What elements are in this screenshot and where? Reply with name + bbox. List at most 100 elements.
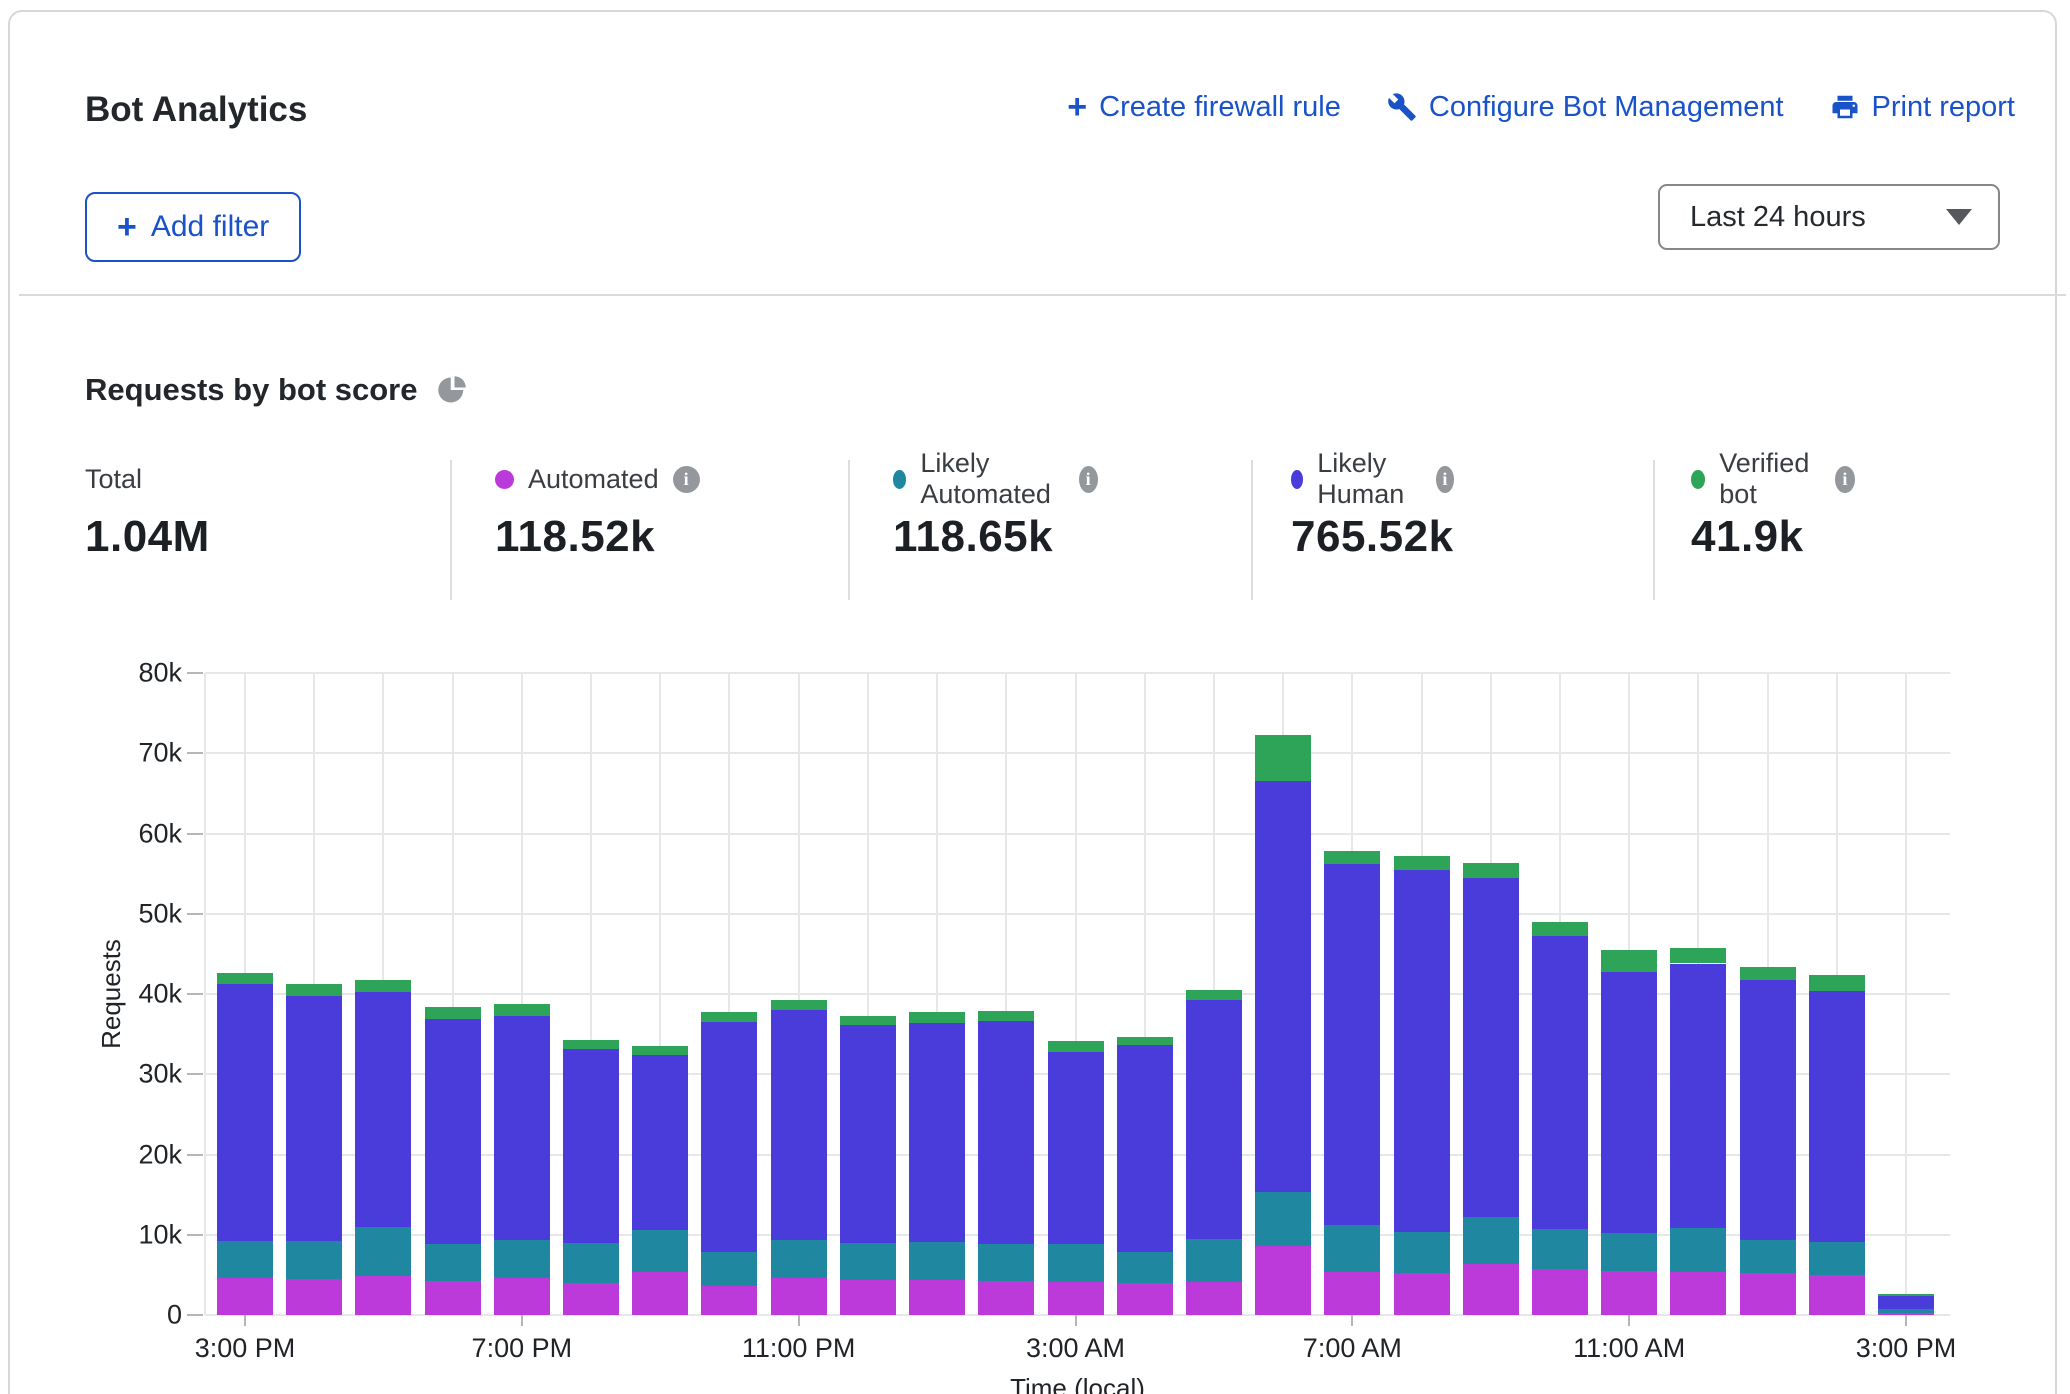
bar-segment-likely-human[interactable] <box>632 1055 688 1230</box>
bar-segment-likely-automated[interactable] <box>1532 1229 1588 1269</box>
bar-segment-automated[interactable] <box>217 1278 273 1315</box>
info-icon[interactable]: i <box>673 466 700 493</box>
bar-segment-likely-automated[interactable] <box>1740 1240 1796 1273</box>
bar-segment-likely-human[interactable] <box>286 996 342 1242</box>
bar-segment-verified-bot[interactable] <box>978 1011 1034 1021</box>
bar-segment-verified-bot[interactable] <box>840 1016 896 1026</box>
bar-segment-automated[interactable] <box>425 1281 481 1315</box>
bar-segment-verified-bot[interactable] <box>494 1004 550 1017</box>
bar-segment-likely-automated[interactable] <box>1324 1225 1380 1272</box>
bar-segment-likely-automated[interactable] <box>1186 1239 1242 1282</box>
info-icon[interactable]: i <box>1436 466 1453 493</box>
bar-segment-likely-automated[interactable] <box>1670 1228 1726 1272</box>
bar-segment-likely-automated[interactable] <box>425 1244 481 1282</box>
bar-segment-verified-bot[interactable] <box>1809 975 1865 991</box>
bar-segment-likely-automated[interactable] <box>909 1242 965 1281</box>
bar-segment-verified-bot[interactable] <box>1670 948 1726 963</box>
bar-segment-automated[interactable] <box>840 1280 896 1315</box>
bar-segment-likely-human[interactable] <box>1532 936 1588 1229</box>
bar-segment-automated[interactable] <box>771 1278 827 1315</box>
bar-segment-likely-automated[interactable] <box>286 1241 342 1279</box>
bar-segment-likely-automated[interactable] <box>217 1241 273 1278</box>
print-report-link[interactable]: Print report <box>1830 91 2015 124</box>
bar-segment-automated[interactable] <box>563 1283 619 1315</box>
bar-segment-verified-bot[interactable] <box>1878 1294 1934 1296</box>
bar-segment-verified-bot[interactable] <box>425 1007 481 1019</box>
bar-segment-likely-automated[interactable] <box>1048 1244 1104 1283</box>
bar-segment-automated[interactable] <box>1255 1246 1311 1315</box>
bar-segment-verified-bot[interactable] <box>1186 990 1242 1000</box>
info-icon[interactable]: i <box>1079 466 1098 493</box>
bar-segment-verified-bot[interactable] <box>286 984 342 995</box>
bar-segment-likely-human[interactable] <box>978 1021 1034 1243</box>
bar-segment-verified-bot[interactable] <box>1532 922 1588 936</box>
bar-segment-automated[interactable] <box>1532 1269 1588 1315</box>
bar-segment-likely-human[interactable] <box>771 1010 827 1240</box>
bar-segment-automated[interactable] <box>1740 1273 1796 1315</box>
bar-segment-likely-human[interactable] <box>1740 980 1796 1240</box>
bar-segment-likely-human[interactable] <box>1670 964 1726 1228</box>
bar-segment-likely-human[interactable] <box>840 1025 896 1242</box>
bar-segment-likely-automated[interactable] <box>1117 1252 1173 1282</box>
bar-segment-likely-human[interactable] <box>1255 781 1311 1192</box>
bar-segment-likely-automated[interactable] <box>1463 1217 1519 1264</box>
bar-segment-likely-human[interactable] <box>425 1019 481 1244</box>
bar-segment-likely-human[interactable] <box>701 1022 757 1252</box>
bar-segment-verified-bot[interactable] <box>1463 863 1519 877</box>
bar-segment-likely-human[interactable] <box>1324 864 1380 1225</box>
bar-segment-automated[interactable] <box>1878 1313 1934 1315</box>
bar-segment-verified-bot[interactable] <box>217 973 273 984</box>
bar-segment-automated[interactable] <box>494 1278 550 1315</box>
bar-segment-likely-automated[interactable] <box>1255 1192 1311 1246</box>
bar-segment-verified-bot[interactable] <box>701 1012 757 1022</box>
bar-segment-likely-human[interactable] <box>1117 1045 1173 1252</box>
bar-segment-automated[interactable] <box>1809 1275 1865 1315</box>
bar-segment-verified-bot[interactable] <box>632 1046 688 1055</box>
bar-segment-likely-human[interactable] <box>355 992 411 1226</box>
bar-segment-verified-bot[interactable] <box>1740 967 1796 981</box>
bar-segment-likely-human[interactable] <box>1601 972 1657 1233</box>
bar-segment-verified-bot[interactable] <box>1255 735 1311 782</box>
bar-segment-verified-bot[interactable] <box>1117 1037 1173 1046</box>
create-firewall-rule-link[interactable]: + Create firewall rule <box>1067 90 1341 124</box>
bar-segment-likely-automated[interactable] <box>771 1240 827 1279</box>
bar-segment-likely-automated[interactable] <box>1878 1309 1934 1312</box>
bar-segment-automated[interactable] <box>701 1286 757 1315</box>
bar-segment-likely-automated[interactable] <box>840 1243 896 1280</box>
configure-bot-management-link[interactable]: Configure Bot Management <box>1387 91 1784 124</box>
bar-segment-automated[interactable] <box>1117 1283 1173 1315</box>
bar-segment-likely-human[interactable] <box>494 1016 550 1240</box>
bar-segment-verified-bot[interactable] <box>909 1012 965 1023</box>
bar-segment-likely-human[interactable] <box>1048 1052 1104 1244</box>
bar-segment-likely-automated[interactable] <box>1601 1233 1657 1271</box>
bar-segment-likely-human[interactable] <box>1394 870 1450 1231</box>
bar-segment-automated[interactable] <box>1394 1273 1450 1315</box>
bar-segment-verified-bot[interactable] <box>1048 1041 1104 1051</box>
bar-segment-verified-bot[interactable] <box>1601 950 1657 972</box>
bar-segment-likely-automated[interactable] <box>494 1240 550 1278</box>
time-range-select[interactable]: Last 24 hours <box>1658 184 2000 250</box>
bar-segment-verified-bot[interactable] <box>355 980 411 992</box>
bar-segment-likely-human[interactable] <box>1878 1296 1934 1310</box>
bar-segment-automated[interactable] <box>1048 1282 1104 1315</box>
bar-segment-automated[interactable] <box>1186 1282 1242 1315</box>
bar-segment-likely-human[interactable] <box>563 1049 619 1243</box>
bar-segment-automated[interactable] <box>1670 1272 1726 1315</box>
bar-segment-verified-bot[interactable] <box>771 1000 827 1010</box>
bar-segment-likely-automated[interactable] <box>701 1252 757 1286</box>
bar-segment-automated[interactable] <box>978 1281 1034 1315</box>
bar-segment-verified-bot[interactable] <box>1324 851 1380 864</box>
bar-segment-likely-human[interactable] <box>1186 1000 1242 1239</box>
bar-segment-automated[interactable] <box>1463 1264 1519 1315</box>
bar-segment-likely-human[interactable] <box>909 1023 965 1242</box>
bar-segment-automated[interactable] <box>909 1280 965 1315</box>
bar-segment-verified-bot[interactable] <box>563 1040 619 1049</box>
bar-segment-likely-automated[interactable] <box>978 1244 1034 1282</box>
bar-segment-verified-bot[interactable] <box>1394 856 1450 870</box>
bar-segment-likely-automated[interactable] <box>1809 1242 1865 1275</box>
bar-segment-likely-automated[interactable] <box>632 1230 688 1273</box>
bar-segment-likely-human[interactable] <box>217 984 273 1241</box>
bar-segment-automated[interactable] <box>355 1276 411 1315</box>
bar-segment-automated[interactable] <box>286 1279 342 1315</box>
bar-segment-likely-human[interactable] <box>1463 878 1519 1217</box>
